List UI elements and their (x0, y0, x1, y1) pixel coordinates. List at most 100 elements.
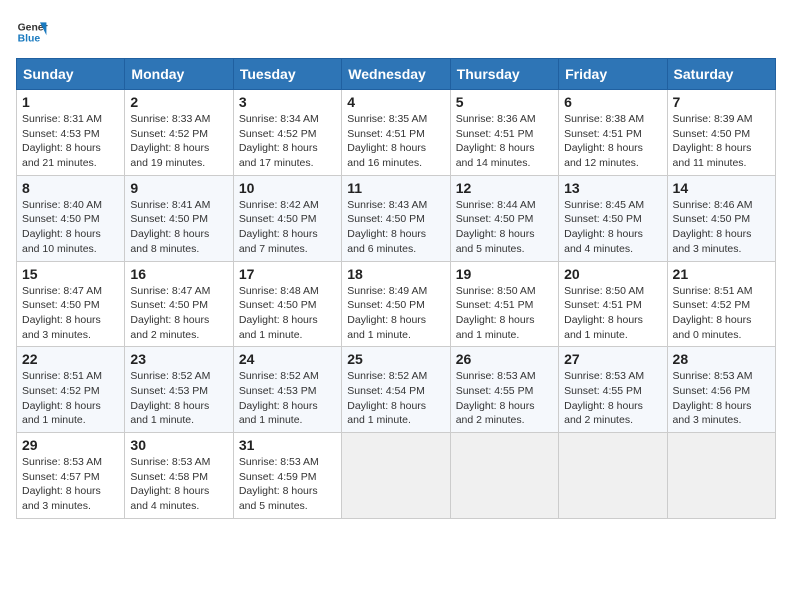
day-number: 3 (239, 94, 336, 110)
day-info: Sunrise: 8:53 AM Sunset: 4:55 PM Dayligh… (456, 369, 553, 428)
column-header-sunday: Sunday (17, 59, 125, 90)
day-number: 27 (564, 351, 661, 367)
day-info: Sunrise: 8:38 AM Sunset: 4:51 PM Dayligh… (564, 112, 661, 171)
day-info: Sunrise: 8:39 AM Sunset: 4:50 PM Dayligh… (673, 112, 770, 171)
logo-icon: General Blue (16, 16, 48, 48)
day-info: Sunrise: 8:34 AM Sunset: 4:52 PM Dayligh… (239, 112, 336, 171)
calendar-cell: 18 Sunrise: 8:49 AM Sunset: 4:50 PM Dayli… (342, 261, 450, 347)
calendar-cell: 28 Sunrise: 8:53 AM Sunset: 4:56 PM Dayli… (667, 347, 775, 433)
day-info: Sunrise: 8:36 AM Sunset: 4:51 PM Dayligh… (456, 112, 553, 171)
calendar-header-row: SundayMondayTuesdayWednesdayThursdayFrid… (17, 59, 776, 90)
calendar-week-row: 22 Sunrise: 8:51 AM Sunset: 4:52 PM Dayli… (17, 347, 776, 433)
day-info: Sunrise: 8:50 AM Sunset: 4:51 PM Dayligh… (564, 284, 661, 343)
calendar-cell: 17 Sunrise: 8:48 AM Sunset: 4:50 PM Dayli… (233, 261, 341, 347)
calendar-cell: 30 Sunrise: 8:53 AM Sunset: 4:58 PM Dayli… (125, 433, 233, 519)
day-info: Sunrise: 8:31 AM Sunset: 4:53 PM Dayligh… (22, 112, 119, 171)
day-info: Sunrise: 8:48 AM Sunset: 4:50 PM Dayligh… (239, 284, 336, 343)
calendar-cell: 8Sunrise: 8:40 AM Sunset: 4:50 PM Daylig… (17, 175, 125, 261)
day-number: 22 (22, 351, 119, 367)
day-info: Sunrise: 8:45 AM Sunset: 4:50 PM Dayligh… (564, 198, 661, 257)
day-info: Sunrise: 8:49 AM Sunset: 4:50 PM Dayligh… (347, 284, 444, 343)
calendar-cell: 1 Sunrise: 8:31 AM Sunset: 4:53 PM Daylig… (17, 90, 125, 176)
calendar-cell: 31Sunrise: 8:53 AM Sunset: 4:59 PM Dayli… (233, 433, 341, 519)
column-header-thursday: Thursday (450, 59, 558, 90)
day-info: Sunrise: 8:51 AM Sunset: 4:52 PM Dayligh… (22, 369, 119, 428)
calendar-cell: 9 Sunrise: 8:41 AM Sunset: 4:50 PM Daylig… (125, 175, 233, 261)
calendar-cell: 20Sunrise: 8:50 AM Sunset: 4:51 PM Dayli… (559, 261, 667, 347)
day-info: Sunrise: 8:41 AM Sunset: 4:50 PM Dayligh… (130, 198, 227, 257)
day-info: Sunrise: 8:47 AM Sunset: 4:50 PM Dayligh… (22, 284, 119, 343)
calendar-cell (342, 433, 450, 519)
day-number: 2 (130, 94, 227, 110)
day-number: 18 (347, 266, 444, 282)
calendar-cell: 24 Sunrise: 8:52 AM Sunset: 4:53 PM Dayli… (233, 347, 341, 433)
calendar-cell: 27 Sunrise: 8:53 AM Sunset: 4:55 PM Dayli… (559, 347, 667, 433)
day-number: 25 (347, 351, 444, 367)
column-header-friday: Friday (559, 59, 667, 90)
column-header-monday: Monday (125, 59, 233, 90)
calendar-table: SundayMondayTuesdayWednesdayThursdayFrid… (16, 58, 776, 519)
page-header: General Blue (16, 16, 776, 48)
calendar-cell: 4 Sunrise: 8:35 AM Sunset: 4:51 PM Daylig… (342, 90, 450, 176)
column-header-saturday: Saturday (667, 59, 775, 90)
svg-text:Blue: Blue (18, 34, 41, 45)
calendar-cell: 15 Sunrise: 8:47 AM Sunset: 4:50 PM Dayli… (17, 261, 125, 347)
day-number: 15 (22, 266, 119, 282)
logo: General Blue (16, 16, 48, 48)
calendar-cell: 29Sunrise: 8:53 AM Sunset: 4:57 PM Dayli… (17, 433, 125, 519)
day-info: Sunrise: 8:52 AM Sunset: 4:53 PM Dayligh… (239, 369, 336, 428)
day-info: Sunrise: 8:43 AM Sunset: 4:50 PM Dayligh… (347, 198, 444, 257)
calendar-week-row: 8Sunrise: 8:40 AM Sunset: 4:50 PM Daylig… (17, 175, 776, 261)
day-number: 9 (130, 180, 227, 196)
calendar-cell: 12 Sunrise: 8:44 AM Sunset: 4:50 PM Dayli… (450, 175, 558, 261)
day-info: Sunrise: 8:53 AM Sunset: 4:57 PM Dayligh… (22, 455, 119, 514)
day-info: Sunrise: 8:40 AM Sunset: 4:50 PM Dayligh… (22, 198, 119, 257)
day-number: 13 (564, 180, 661, 196)
day-number: 31 (239, 437, 336, 453)
day-info: Sunrise: 8:47 AM Sunset: 4:50 PM Dayligh… (130, 284, 227, 343)
day-number: 14 (673, 180, 770, 196)
day-info: Sunrise: 8:42 AM Sunset: 4:50 PM Dayligh… (239, 198, 336, 257)
day-number: 16 (130, 266, 227, 282)
day-info: Sunrise: 8:46 AM Sunset: 4:50 PM Dayligh… (673, 198, 770, 257)
calendar-week-row: 15 Sunrise: 8:47 AM Sunset: 4:50 PM Dayli… (17, 261, 776, 347)
calendar-cell: 10 Sunrise: 8:42 AM Sunset: 4:50 PM Dayli… (233, 175, 341, 261)
day-number: 11 (347, 180, 444, 196)
day-number: 7 (673, 94, 770, 110)
day-info: Sunrise: 8:33 AM Sunset: 4:52 PM Dayligh… (130, 112, 227, 171)
day-info: Sunrise: 8:44 AM Sunset: 4:50 PM Dayligh… (456, 198, 553, 257)
day-number: 28 (673, 351, 770, 367)
calendar-cell: 25 Sunrise: 8:52 AM Sunset: 4:54 PM Dayli… (342, 347, 450, 433)
calendar-cell: 19Sunrise: 8:50 AM Sunset: 4:51 PM Dayli… (450, 261, 558, 347)
day-number: 10 (239, 180, 336, 196)
day-info: Sunrise: 8:35 AM Sunset: 4:51 PM Dayligh… (347, 112, 444, 171)
day-number: 5 (456, 94, 553, 110)
day-number: 4 (347, 94, 444, 110)
calendar-cell: 3 Sunrise: 8:34 AM Sunset: 4:52 PM Daylig… (233, 90, 341, 176)
day-info: Sunrise: 8:53 AM Sunset: 4:56 PM Dayligh… (673, 369, 770, 428)
calendar-cell: 5 Sunrise: 8:36 AM Sunset: 4:51 PM Daylig… (450, 90, 558, 176)
calendar-cell: 21Sunrise: 8:51 AM Sunset: 4:52 PM Dayli… (667, 261, 775, 347)
day-number: 1 (22, 94, 119, 110)
calendar-cell: 16 Sunrise: 8:47 AM Sunset: 4:50 PM Dayli… (125, 261, 233, 347)
calendar-cell (450, 433, 558, 519)
day-number: 24 (239, 351, 336, 367)
day-number: 30 (130, 437, 227, 453)
day-number: 23 (130, 351, 227, 367)
calendar-cell: 26 Sunrise: 8:53 AM Sunset: 4:55 PM Dayli… (450, 347, 558, 433)
day-number: 12 (456, 180, 553, 196)
column-header-wednesday: Wednesday (342, 59, 450, 90)
calendar-cell (559, 433, 667, 519)
calendar-cell: 7 Sunrise: 8:39 AM Sunset: 4:50 PM Daylig… (667, 90, 775, 176)
day-info: Sunrise: 8:53 AM Sunset: 4:58 PM Dayligh… (130, 455, 227, 514)
calendar-cell: 11 Sunrise: 8:43 AM Sunset: 4:50 PM Dayli… (342, 175, 450, 261)
calendar-cell: 13 Sunrise: 8:45 AM Sunset: 4:50 PM Dayli… (559, 175, 667, 261)
calendar-cell: 23 Sunrise: 8:52 AM Sunset: 4:53 PM Dayli… (125, 347, 233, 433)
day-info: Sunrise: 8:53 AM Sunset: 4:55 PM Dayligh… (564, 369, 661, 428)
column-header-tuesday: Tuesday (233, 59, 341, 90)
day-number: 6 (564, 94, 661, 110)
day-info: Sunrise: 8:52 AM Sunset: 4:54 PM Dayligh… (347, 369, 444, 428)
day-info: Sunrise: 8:52 AM Sunset: 4:53 PM Dayligh… (130, 369, 227, 428)
day-number: 26 (456, 351, 553, 367)
day-number: 17 (239, 266, 336, 282)
